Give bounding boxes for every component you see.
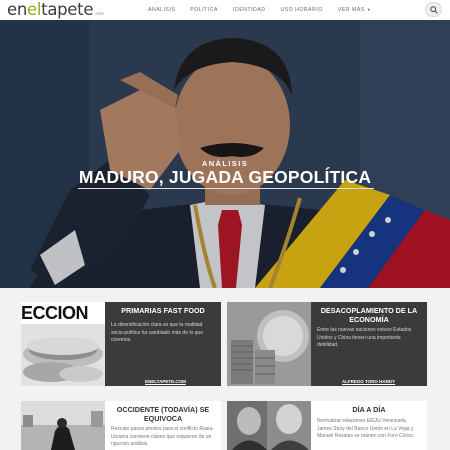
card-excerpt: La diversificación clara es que la reali… [111,322,203,343]
hero-title[interactable]: MADURO, JUGADA GEOPOLÍTICA [0,167,450,188]
caret-down-icon: ▼ [366,7,372,12]
card-image-people [227,401,311,450]
article-card-desacoplamiento[interactable]: DESACOPLAMIENTO DE LA ECONOMÍA Entre las… [227,302,427,386]
menu-item-analisis[interactable]: ANÁLISIS [148,7,175,13]
card-excerpt: Entre las nuevas naciones estuvo Estados… [317,327,412,348]
logo-part-en: en [7,0,28,19]
logo-suffix: .com [94,11,105,16]
card-title[interactable]: PRIMARIAS FAST FOOD [108,306,218,316]
card-title[interactable]: OCCIDENTE (TODAVÍA) SE EQUIVOCA [108,405,218,423]
hero-image [0,20,450,288]
hero-title-underline [78,188,374,189]
card-excerpt: Rescate pasos previos para el conflicto … [111,426,214,447]
card-author[interactable]: ENELTAPETE.COM [145,379,186,384]
card-title[interactable]: DESACOPLAMIENTO DE LA ECONOMÍA [314,306,424,324]
search-button[interactable] [425,2,442,17]
search-icon [430,6,438,14]
main-menu: ANÁLISIS POLÍTICA IDENTIDAD USO HORARIO … [148,7,371,13]
card-title[interactable]: DÍA A DÍA [314,405,424,415]
logo-part-el: el [27,0,42,19]
card-image-text: ECCION [21,303,89,323]
menu-item-identidad[interactable]: IDENTIDAD [233,7,265,13]
card-image-coins [227,302,311,386]
logo-part-tapete: tapete [41,0,94,19]
menu-item-uso-horario[interactable]: USO HORARIO [280,7,322,13]
card-author[interactable]: ALFREDO TORO HARDY [342,379,395,384]
article-card-occidente[interactable]: OCCIDENTE (TODAVÍA) SE EQUIVOCA Rescate … [21,401,221,450]
hero-featured-article[interactable]: ANÁLISIS MADURO, JUGADA GEOPOLÍTICA [0,20,450,288]
menu-item-ver-mas[interactable]: VER MÁS ▼ [338,7,371,13]
article-card-dia-a-dia[interactable]: DÍA A DÍA Normalizar relaciones EEUU-Ven… [227,401,427,450]
article-card-primarias[interactable]: ECCION PRIMARIAS FAST FOOD La diversific… [21,302,221,386]
menu-item-politica[interactable]: POLÍTICA [190,7,218,13]
menu-item-ver-mas-label: VER MÁS [337,7,365,13]
top-navbar: eneltapete.com ANÁLISIS POLÍTICA IDENTID… [0,0,450,21]
card-excerpt: Normalizar relaciones EEUU-Venezuela, Ja… [317,418,415,439]
card-image-soldier [21,401,105,450]
